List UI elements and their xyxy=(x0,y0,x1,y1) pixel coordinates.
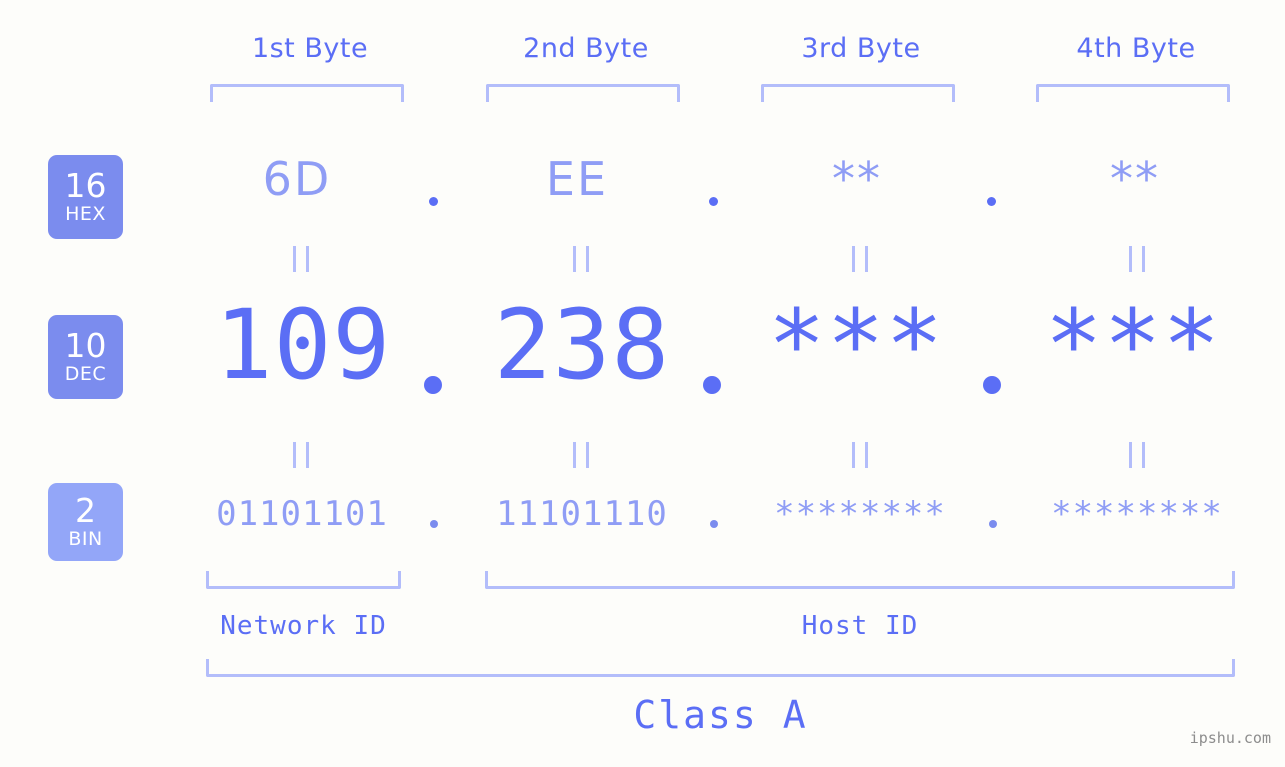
byte-header-4: 4th Byte xyxy=(1076,33,1196,64)
hex-dot-separator-1 xyxy=(429,197,438,206)
dec-dot-separator-1 xyxy=(424,376,442,394)
hex-value-byte-1: 6D xyxy=(262,152,332,206)
byte-header-1: 1st Byte xyxy=(251,33,369,64)
network-id-label: Network ID xyxy=(220,611,387,641)
equals-mark-hex-dec-2 xyxy=(573,246,589,272)
bin-dot-separator-1 xyxy=(430,520,438,528)
radix-badge-bin: 2 BIN xyxy=(48,483,123,561)
radix-badge-bin-number: 2 xyxy=(75,491,96,530)
class-label: Class A xyxy=(633,693,808,737)
byte-bracket-2 xyxy=(486,84,680,102)
class-bracket xyxy=(206,659,1235,677)
hex-value-byte-4: ** xyxy=(1110,152,1160,206)
equals-mark-dec-bin-3 xyxy=(852,442,868,468)
bin-value-byte-3: ******** xyxy=(774,494,946,534)
hex-dot-separator-3 xyxy=(987,197,996,206)
dec-value-byte-3: *** xyxy=(767,289,945,401)
hex-value-byte-3: ** xyxy=(832,152,882,206)
byte-bracket-3 xyxy=(761,84,955,102)
radix-badge-hex-label: HEX xyxy=(65,203,106,225)
equals-mark-hex-dec-3 xyxy=(852,246,868,272)
equals-mark-hex-dec-1 xyxy=(293,246,309,272)
hex-value-byte-2: EE xyxy=(545,152,609,206)
dec-value-byte-4: *** xyxy=(1044,289,1222,401)
equals-mark-hex-dec-4 xyxy=(1129,246,1145,272)
bin-value-byte-2: 11101110 xyxy=(496,494,668,534)
equals-mark-dec-bin-2 xyxy=(573,442,589,468)
dec-value-byte-1: 109 xyxy=(214,289,392,401)
radix-badge-hex-number: 16 xyxy=(64,166,107,205)
bin-dot-separator-3 xyxy=(989,520,997,528)
dec-dot-separator-2 xyxy=(703,376,721,394)
equals-mark-dec-bin-1 xyxy=(293,442,309,468)
host-id-label: Host ID xyxy=(801,611,919,641)
radix-badge-bin-label: BIN xyxy=(68,528,103,550)
equals-mark-dec-bin-4 xyxy=(1129,442,1145,468)
hex-dot-separator-2 xyxy=(709,197,718,206)
network-id-bracket xyxy=(206,571,401,589)
bin-value-byte-4: ******** xyxy=(1051,494,1223,534)
dec-dot-separator-3 xyxy=(983,376,1001,394)
byte-header-3: 3rd Byte xyxy=(801,33,921,64)
byte-header-2: 2nd Byte xyxy=(523,33,649,64)
radix-badge-hex: 16 HEX xyxy=(48,155,123,239)
byte-bracket-4 xyxy=(1036,84,1230,102)
bin-dot-separator-2 xyxy=(710,520,718,528)
radix-badge-dec-number: 10 xyxy=(64,326,107,365)
host-id-bracket xyxy=(485,571,1235,589)
radix-badge-dec: 10 DEC xyxy=(48,315,123,399)
bin-value-byte-1: 01101101 xyxy=(216,494,388,534)
ip-address-breakdown-diagram: 1st Byte 2nd Byte 3rd Byte 4th Byte 16 H… xyxy=(0,0,1285,767)
radix-badge-dec-label: DEC xyxy=(64,363,107,385)
byte-bracket-1 xyxy=(210,84,404,102)
site-watermark: ipshu.com xyxy=(1189,729,1271,747)
dec-value-byte-2: 238 xyxy=(493,289,671,401)
